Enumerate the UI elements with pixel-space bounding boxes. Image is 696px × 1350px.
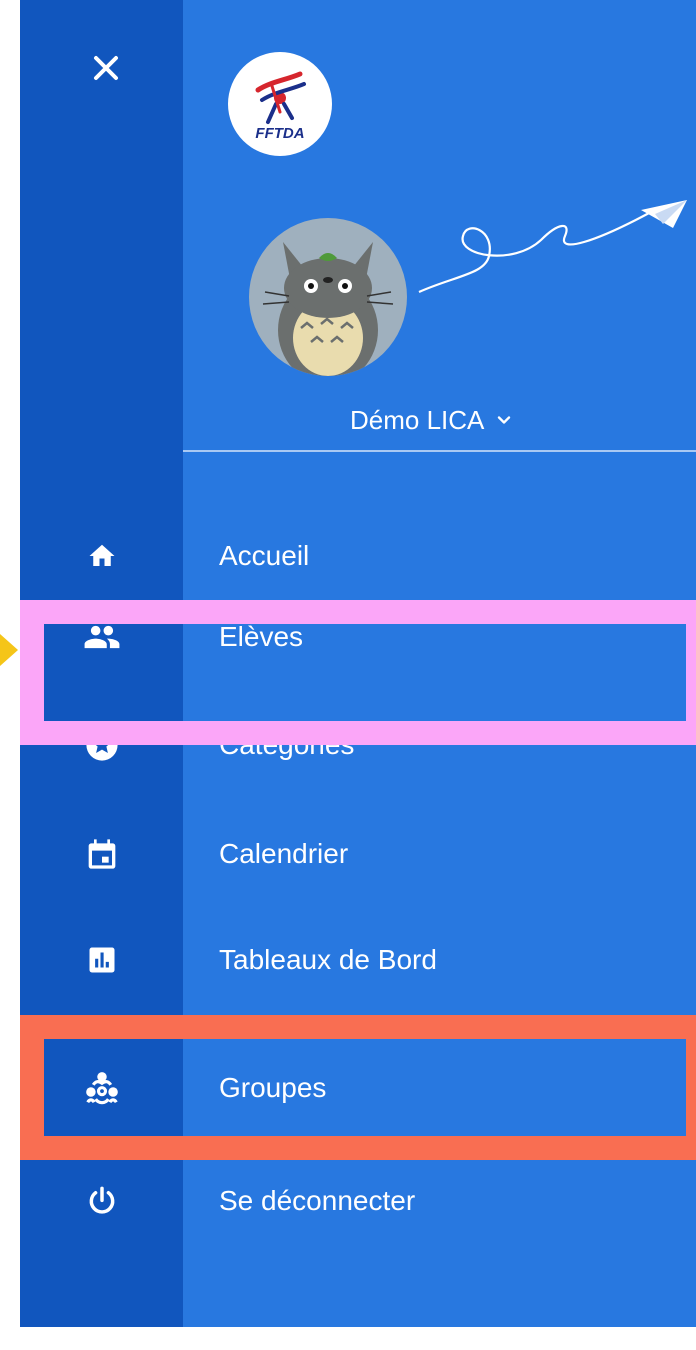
account-name: Démo LICA: [350, 404, 485, 435]
nav-item-groupes[interactable]: Groupes: [20, 1040, 696, 1136]
nav-label: Catégories: [219, 729, 355, 760]
group-icon: [80, 1066, 124, 1110]
arrow-pointer-icon: [0, 634, 18, 666]
account-switcher[interactable]: Démo LICA: [350, 400, 514, 440]
nav-label: Groupes: [219, 1072, 327, 1103]
chevron-down-icon: [498, 416, 511, 424]
people-icon: [80, 615, 124, 659]
user-avatar[interactable]: [249, 218, 407, 376]
nav-item-categories[interactable]: Catégories: [20, 697, 696, 793]
nav-label: Se déconnecter: [219, 1185, 416, 1216]
nav-item-calendrier[interactable]: Calendrier: [20, 806, 696, 902]
close-button[interactable]: [78, 40, 134, 96]
club-logo: FFTDA: [228, 52, 332, 156]
calendar-icon: [80, 832, 124, 876]
close-icon: [94, 56, 118, 80]
star-circle-icon: [80, 723, 124, 767]
nav-item-eleves[interactable]: Elèves: [20, 589, 696, 685]
navigation-drawer: FFTDA Démo LICA Accueil Elèves Catégorie…: [20, 0, 696, 1327]
nav-label: Elèves: [219, 621, 304, 652]
logo-text: FFTDA: [255, 125, 304, 142]
header-divider: [183, 450, 696, 452]
nav-label: Calendrier: [219, 838, 349, 869]
bar-chart-icon: [80, 938, 124, 982]
nav-item-se-deconnecter[interactable]: Se déconnecter: [20, 1153, 696, 1249]
nav-label: Tableaux de Bord: [219, 944, 437, 975]
power-icon: [80, 1179, 124, 1223]
home-icon: [80, 534, 124, 578]
paper-plane-doodle: [418, 200, 687, 294]
nav-item-tableaux-de-bord[interactable]: Tableaux de Bord: [20, 912, 696, 1008]
